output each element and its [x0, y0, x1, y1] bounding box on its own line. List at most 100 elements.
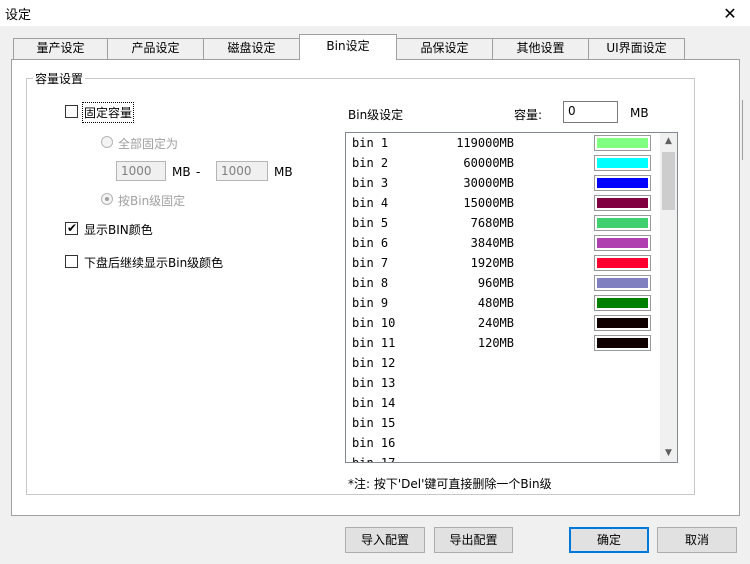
tab-disk[interactable]: 磁盘设定 — [203, 38, 300, 59]
bin-color-fill — [597, 178, 648, 188]
bin-row[interactable]: bin 15 — [346, 413, 660, 433]
bin-color-swatch[interactable] — [594, 195, 651, 211]
bin-name: bin 3 — [352, 176, 389, 190]
tab-other[interactable]: 其他设置 — [492, 38, 589, 59]
tab-label: 磁盘设定 — [227, 41, 276, 55]
delete-hint-note: *注: 按下'Del'键可直接删除一个Bin级 — [348, 477, 552, 491]
export-config-button[interactable]: 导出配置 — [434, 527, 513, 553]
bin-row[interactable]: bin 1 119000MB — [346, 133, 660, 153]
tab-product[interactable]: 产品设定 — [107, 38, 204, 59]
bin-settings-label: Bin级设定 — [348, 108, 404, 122]
bin-capacity: 120MB — [477, 336, 514, 350]
bin-row[interactable]: bin 11 120MB — [346, 333, 660, 353]
bin-row[interactable]: bin 5 7680MB — [346, 213, 660, 233]
vertical-scrollbar[interactable]: ▲ ▼ — [660, 133, 677, 462]
bin-color-swatch[interactable] — [594, 275, 651, 291]
bin-color-swatch[interactable] — [594, 215, 651, 231]
tab-mass-production[interactable]: 量产设定 — [13, 38, 108, 59]
bin-color-fill — [597, 278, 648, 288]
bin-name: bin 2 — [352, 156, 389, 170]
bin-color-fill — [597, 218, 648, 228]
tab-label: 产品设定 — [131, 41, 180, 55]
by-bin-radio[interactable] — [101, 193, 113, 205]
bin-name: bin 4 — [352, 196, 389, 210]
bin-capacity: 960MB — [477, 276, 514, 290]
window-title: 设定 — [5, 8, 32, 23]
tab-panel: 容量设置 固定容量 全部固定为 1000 MB - 1000 MB 按Bin级固… — [11, 59, 740, 516]
tab-label: 品保设定 — [420, 41, 469, 55]
range-from-unit: MB — [172, 165, 191, 179]
bin-capacity: 119000MB — [456, 136, 514, 150]
title-bar: 设定 ✕ — [0, 0, 750, 26]
bin-color-swatch[interactable] — [594, 175, 651, 191]
capacity-input[interactable]: 0 — [563, 101, 618, 123]
bin-row[interactable]: bin 6 3840MB — [346, 233, 660, 253]
bin-color-fill — [597, 258, 648, 268]
bin-row[interactable]: bin 12 — [346, 353, 660, 373]
bin-name: bin 1 — [352, 136, 389, 150]
bin-capacity: 7680MB — [470, 216, 514, 230]
close-button[interactable]: ✕ — [710, 0, 750, 26]
bin-capacity: 480MB — [477, 296, 514, 310]
ok-button[interactable]: 确定 — [569, 527, 649, 553]
bin-color-swatch[interactable] — [594, 235, 651, 251]
range-from-input[interactable]: 1000 — [116, 161, 166, 181]
bin-row[interactable]: bin 4 15000MB — [346, 193, 660, 213]
bin-color-swatch[interactable] — [594, 255, 651, 271]
bin-row[interactable]: bin 9 480MB — [346, 293, 660, 313]
range-to-unit: MB — [274, 165, 293, 179]
bin-capacity: 30000MB — [463, 176, 514, 190]
capacity-unit: MB — [630, 106, 649, 120]
bin-row[interactable]: bin 2 60000MB — [346, 153, 660, 173]
scroll-down-icon[interactable]: ▼ — [660, 445, 677, 462]
fixed-capacity-checkbox[interactable] — [65, 105, 78, 118]
bin-name: bin 9 — [352, 296, 389, 310]
continue-color-label[interactable]: 下盘后继续显示Bin级颜色 — [84, 254, 223, 271]
bin-row[interactable]: bin 3 30000MB — [346, 173, 660, 193]
bin-color-swatch[interactable] — [594, 335, 651, 351]
tab-label: 量产设定 — [36, 41, 85, 55]
window-edge — [742, 100, 750, 160]
bin-capacity: 3840MB — [470, 236, 514, 250]
all-fixed-radio[interactable] — [101, 136, 113, 148]
tab-ui[interactable]: UI界面设定 — [588, 38, 685, 59]
scroll-up-icon[interactable]: ▲ — [660, 133, 677, 150]
by-bin-label: 按Bin级固定 — [118, 194, 186, 208]
bin-name: bin 6 — [352, 236, 389, 250]
continue-color-checkbox[interactable] — [65, 255, 78, 268]
show-bin-color-checkbox[interactable]: ✔ — [65, 221, 78, 235]
range-to-input[interactable]: 1000 — [216, 161, 268, 181]
bin-capacity: 240MB — [477, 316, 514, 330]
bin-name: bin 8 — [352, 276, 389, 290]
bin-color-swatch[interactable] — [594, 295, 651, 311]
show-bin-color-label[interactable]: 显示BIN颜色 — [84, 221, 153, 238]
capacity-group: 容量设置 固定容量 全部固定为 1000 MB - 1000 MB 按Bin级固… — [26, 70, 695, 495]
range-separator: - — [196, 165, 201, 179]
bin-row[interactable]: bin 7 1920MB — [346, 253, 660, 273]
bin-row[interactable]: bin 16 — [346, 433, 660, 453]
bin-color-swatch[interactable] — [594, 135, 651, 151]
bin-list[interactable]: bin 17 bin 16 bin 15 bin 14 bin 13 bin 12 bin … — [345, 132, 678, 463]
bin-name: bin 13 — [352, 376, 396, 390]
fixed-capacity-label[interactable]: 固定容量 — [81, 102, 135, 123]
group-title: 容量设置 — [33, 70, 86, 87]
scroll-thumb[interactable] — [662, 152, 675, 210]
bin-color-fill — [597, 298, 648, 308]
cancel-button[interactable]: 取消 — [657, 527, 737, 553]
tab-label: UI界面设定 — [606, 41, 667, 55]
bin-color-swatch[interactable] — [594, 155, 651, 171]
bin-color-fill — [597, 318, 648, 328]
bin-color-fill — [597, 238, 648, 248]
all-fixed-label: 全部固定为 — [118, 137, 179, 151]
tab-quality[interactable]: 品保设定 — [396, 38, 493, 59]
bin-row[interactable]: bin 8 960MB — [346, 273, 660, 293]
bin-row[interactable]: bin 13 — [346, 373, 660, 393]
tab-bin[interactable]: Bin设定 — [299, 34, 397, 60]
bin-color-swatch[interactable] — [594, 315, 651, 331]
bin-row[interactable]: bin 10 240MB — [346, 313, 660, 333]
bin-row[interactable]: bin 14 — [346, 393, 660, 413]
bin-name: bin 16 — [352, 436, 396, 450]
bin-name: bin 7 — [352, 256, 389, 270]
import-config-button[interactable]: 导入配置 — [345, 527, 425, 553]
bin-row[interactable]: bin 17 — [346, 453, 660, 462]
